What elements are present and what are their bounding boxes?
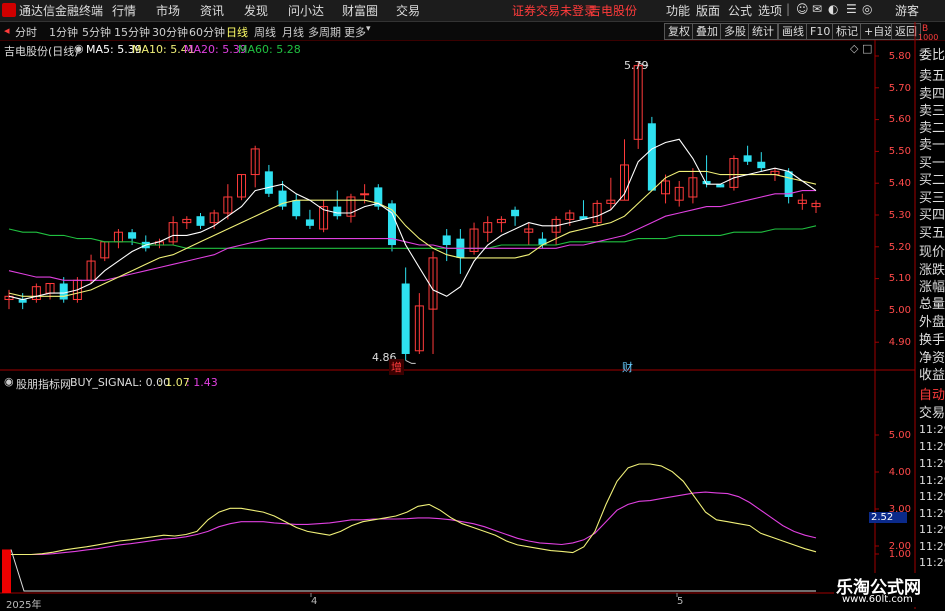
legend-ma60: MA60: 5.28	[238, 43, 301, 56]
legend-toggle-icon[interactable]: ◉	[74, 42, 84, 55]
price-tick: 5.40	[888, 178, 911, 189]
price-tick: 5.80	[888, 51, 911, 62]
buy-signal-line	[10, 549, 816, 592]
candle-body	[264, 171, 273, 194]
sub-series-3: : 1.43	[186, 376, 218, 389]
candle-body	[292, 200, 301, 217]
high-price-annotation: 5.79	[624, 59, 649, 72]
side-small-b: 1000	[918, 33, 939, 42]
candle-body	[647, 123, 656, 191]
candle-body	[401, 283, 410, 354]
price-tick: 5.10	[888, 273, 911, 284]
side-eps: 收益	[919, 368, 945, 383]
price-tick: 5.60	[888, 114, 911, 125]
candle-body	[333, 206, 342, 217]
sub-tick: 1.00	[888, 549, 911, 560]
chart-stock-label: 吉电股份(日线)	[4, 45, 79, 58]
side-time: 11:29	[919, 440, 945, 453]
price-tick: 5.50	[888, 146, 911, 157]
diamond-icon[interactable]: ◇	[850, 42, 858, 55]
watermark-url: www.60lt.com	[842, 594, 913, 605]
side-volume: 总量	[919, 297, 945, 312]
side-time: 11:29	[919, 523, 945, 536]
price-tick: 5.70	[888, 83, 911, 94]
buy-signal-bar	[2, 549, 11, 593]
candle-body	[511, 209, 520, 217]
candle-body	[59, 283, 68, 300]
event-mark-zeng[interactable]: 增	[389, 359, 404, 375]
watermark: 乐淘公式网 www.60lt.com	[834, 573, 942, 607]
side-time: 11:29	[919, 474, 945, 487]
side-auto[interactable]: 自动	[919, 384, 945, 403]
sub-series-buy: BUY_SIGNAL: 0.00	[70, 376, 171, 389]
candle-body	[442, 235, 451, 246]
candle-body	[743, 155, 752, 162]
side-buy4: 买四	[919, 208, 945, 223]
side-time: 11:29	[919, 457, 945, 470]
sub-yellow-line	[9, 463, 817, 556]
low-leader-line	[405, 359, 416, 364]
price-tick: 5.30	[888, 210, 911, 221]
price-tick: 5.20	[888, 242, 911, 253]
side-time: 11:29	[919, 556, 945, 569]
side-outer: 外盘	[919, 315, 945, 330]
side-turnover: 换手	[919, 333, 945, 348]
sub-series-2: : 1.07	[158, 376, 190, 389]
side-price: 现价	[919, 245, 945, 260]
date-label-month5: 5	[677, 596, 684, 607]
candle-body	[360, 193, 370, 196]
side-buy2: 买二	[919, 173, 945, 188]
candle-body	[305, 219, 314, 226]
sub-cursor-value: 2.52	[869, 512, 907, 523]
sub-legend-toggle-icon[interactable]: ◉	[4, 375, 14, 388]
sub-indicator-name: 股朋指标网	[16, 378, 71, 391]
side-time: 11:29	[919, 540, 945, 553]
date-label-month4: 4	[311, 596, 318, 607]
event-mark-cai[interactable]: 财	[622, 359, 633, 375]
candle-body	[196, 216, 205, 226]
side-sell5: 卖五	[919, 69, 945, 84]
side-trade[interactable]: 交易	[919, 402, 945, 421]
side-weibi: 委比	[919, 48, 945, 63]
side-time: 11:29	[919, 490, 945, 503]
kline-chart[interactable]	[0, 0, 945, 609]
side-time: 11:29	[919, 423, 945, 436]
side-time: 11:29	[919, 507, 945, 520]
candle-body	[128, 232, 137, 239]
price-tick: 4.90	[888, 337, 911, 348]
price-tick: 5.00	[888, 305, 911, 316]
ma5-line	[8, 138, 817, 301]
side-buy5: 买五	[919, 226, 945, 241]
sub-tick: 5.00	[888, 430, 911, 441]
sub-tick: 4.00	[888, 467, 911, 478]
sub-magenta-line	[9, 491, 817, 556]
side-sell1: 卖一	[919, 138, 945, 153]
candle-body	[757, 161, 766, 169]
